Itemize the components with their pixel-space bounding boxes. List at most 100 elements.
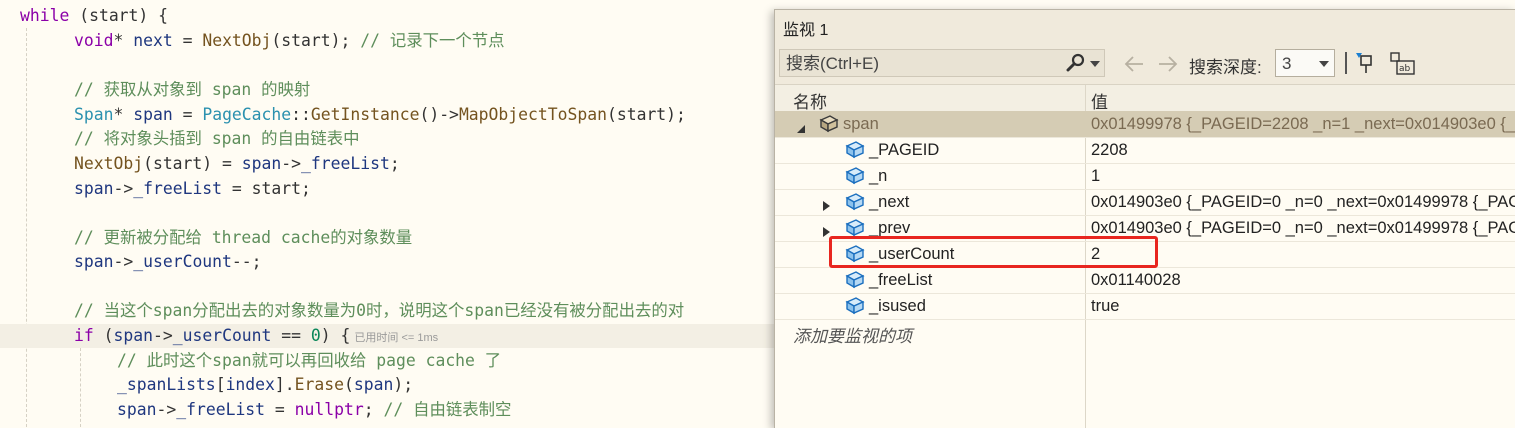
watch-window[interactable]: 监视 1 搜索深度: 3 ab — [774, 9, 1515, 428]
type-token: Span — [74, 105, 114, 124]
function-token: NextObj — [202, 31, 272, 50]
code-line[interactable]: // 获取从对象到 span 的映射 — [74, 78, 310, 102]
watch-row[interactable]: _next 0x014903e0 {_PAGEID=0 _n=0 _next=0x… — [775, 189, 1515, 216]
code-line[interactable]: Span* span = PageCache::GetInstance()->M… — [74, 103, 686, 127]
identifier-token: _userCount — [172, 326, 272, 345]
column-header-value[interactable]: 值 — [1091, 88, 1108, 113]
number-token: 0 — [310, 326, 321, 345]
code-line[interactable]: void* next = NextObj(start); // 记录下一个节点 — [74, 29, 505, 53]
pin-icon[interactable] — [1353, 51, 1375, 75]
function-token: MapObjectToSpan — [458, 105, 607, 124]
code-line[interactable]: // 此时这个span就可以再回收给 page cache 了 — [117, 349, 501, 373]
code-token: = — [182, 105, 203, 124]
code-token: ()-> — [419, 105, 459, 124]
code-token: (start); — [271, 31, 361, 50]
watch-row-name: span — [843, 115, 879, 133]
search-depth-value: 3 — [1282, 54, 1292, 73]
identifier-token: span — [133, 105, 183, 124]
keyword-token: nullptr — [294, 400, 364, 419]
code-token: ( — [344, 375, 354, 394]
identifier-token: _spanLists — [117, 375, 216, 394]
keyword-token: void — [74, 31, 114, 50]
svg-text:ab: ab — [1399, 64, 1411, 74]
column-header-name[interactable]: 名称 — [793, 88, 827, 113]
type-token: PageCache — [202, 105, 292, 124]
watch-row-name: _next — [869, 193, 910, 211]
code-line[interactable]: // 当这个span分配出去的对象数量为0时，说明这个span已经没有被分配出去… — [74, 299, 684, 323]
search-icon[interactable] — [1066, 53, 1086, 73]
back-arrow-icon[interactable] — [1123, 54, 1145, 74]
code-token: ) { — [320, 326, 351, 345]
code-token: -> — [113, 179, 134, 198]
watch-row-value: 2208 — [1091, 141, 1128, 159]
watch-row-value: true — [1091, 297, 1120, 315]
watch-row-name: _n — [869, 167, 888, 185]
code-token: -> — [281, 154, 301, 173]
watch-window-title: 监视 1 — [783, 22, 829, 39]
identifier-token: span — [241, 154, 282, 173]
add-watch-item-row[interactable]: 添加要监视的项 — [775, 319, 1515, 346]
identifier-token: _userCount — [133, 252, 232, 271]
code-line[interactable]: span->_freeList = start; — [74, 177, 311, 201]
code-token: (start); — [606, 105, 686, 124]
code-line[interactable]: _spanLists[index].Erase(span); — [117, 373, 413, 397]
function-token: GetInstance — [310, 105, 420, 124]
code-token: --; — [231, 252, 262, 271]
watch-row-name: _freeList — [869, 271, 933, 289]
field-icon — [843, 271, 865, 289]
code-token: ; — [363, 400, 384, 419]
code-token: [ — [215, 375, 226, 394]
code-token: :: — [291, 105, 311, 124]
identifier-token: span — [74, 252, 114, 271]
comment-token: // 自由链表制空 — [383, 400, 512, 419]
chevron-down-icon — [1318, 60, 1330, 68]
current-line[interactable]: if (span->_userCount == 0) {已用时间 <= 1ms — [0, 324, 780, 348]
keyword-token: if — [74, 326, 94, 345]
watch-row[interactable]: span 0x01499978 {_PAGEID=2208 _n=1 _next=… — [775, 111, 1515, 138]
code-line[interactable]: span->_freeList = nullptr; // 自由链表制空 — [117, 398, 511, 422]
add-watch-item-text: 添加要监视的项 — [793, 327, 912, 346]
forward-arrow-icon[interactable] — [1157, 54, 1179, 74]
field-icon — [843, 297, 865, 315]
identifier-token: span — [113, 326, 153, 345]
code-token: = start; — [222, 179, 311, 198]
identifier-token: _freeList — [176, 400, 266, 419]
code-token: ); — [393, 375, 414, 394]
search-depth-dropdown[interactable]: 3 — [1275, 49, 1335, 77]
watch-row[interactable]: _isused true — [775, 293, 1515, 320]
code-line[interactable]: while (start) { — [20, 4, 168, 28]
code-line[interactable]: // 更新被分配给 thread cache的对象数量 — [74, 226, 412, 250]
code-line[interactable]: span->_userCount--; — [74, 250, 262, 274]
code-token: == — [271, 326, 311, 345]
comment-token: // 此时这个span就可以再回收给 page cache 了 — [117, 351, 502, 370]
code-token: ( — [93, 326, 114, 345]
comment-token: // 获取从对象到 span 的映射 — [74, 80, 311, 99]
search-options-dropdown-icon[interactable] — [1089, 59, 1101, 69]
watch-row[interactable]: _n 1 — [775, 163, 1515, 190]
comment-token: // 更新被分配给 thread cache的对象数量 — [74, 228, 413, 247]
comment-token: // 记录下一个节点 — [360, 31, 505, 50]
watch-row-value: 1 — [1091, 167, 1101, 185]
watch-row-value: 0x014903e0 {_PAGEID=0 _n=0 _next=0x01499… — [1091, 193, 1515, 211]
function-token: NextObj — [74, 154, 144, 173]
watch-row[interactable]: _freeList 0x01140028 — [775, 267, 1515, 294]
search-input[interactable] — [780, 50, 1068, 78]
code-line[interactable]: // 将对象头插到 span 的自由链表中 — [74, 127, 360, 151]
watch-row[interactable]: _PAGEID 2208 — [775, 137, 1515, 164]
identifier-token: span — [353, 375, 394, 394]
hex-display-icon[interactable]: ab — [1389, 51, 1417, 77]
search-depth-label: 搜索深度: — [1189, 58, 1262, 77]
comment-token: // 当这个span分配出去的对象数量为0时，说明这个span已经没有被分配出去… — [74, 301, 685, 320]
watch-row-value: 0x01499978 {_PAGEID=2208 _n=1 _next=0x01… — [1091, 115, 1515, 133]
watch-row-value: 0x01140028 — [1091, 271, 1181, 289]
identifier-token: _freeList — [301, 154, 390, 173]
field-icon — [843, 167, 865, 185]
code-token: = — [182, 31, 203, 50]
search-box[interactable] — [779, 49, 1105, 78]
keyword-token: while — [20, 6, 70, 25]
indent-guide — [80, 348, 81, 427]
code-line[interactable]: NextObj(start) = span->_freeList; — [74, 152, 400, 176]
identifier-token: next — [123, 31, 183, 50]
field-icon — [843, 193, 865, 211]
function-token: Erase — [294, 375, 344, 394]
